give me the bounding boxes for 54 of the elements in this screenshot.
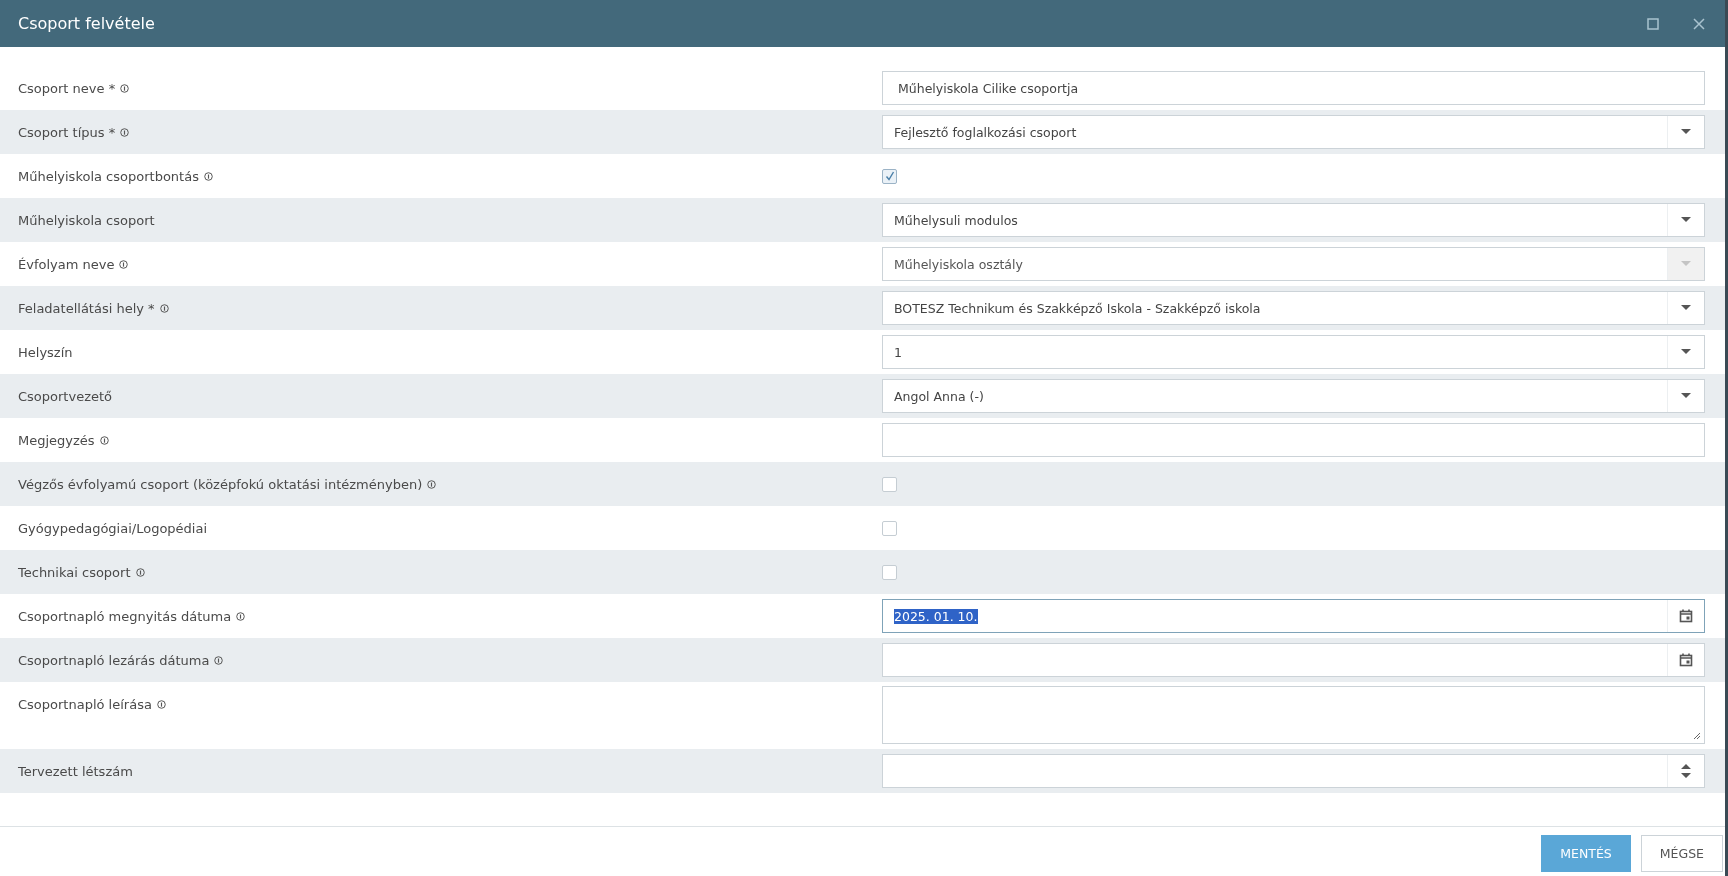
field-label: Feladatellátási hely *	[18, 300, 155, 316]
dropdown[interactable]: Műhelysuli modulos	[882, 203, 1705, 237]
checkbox[interactable]	[882, 520, 897, 536]
dropdown[interactable]: Angol Anna (-)	[882, 379, 1705, 413]
text-field[interactable]	[882, 423, 1705, 457]
window-title: Csoport felvétele	[18, 14, 155, 33]
field-label: Tervezett létszám	[18, 763, 133, 779]
caret-icon	[1681, 349, 1691, 355]
field-label: Műhelyiskola csoport	[18, 212, 155, 228]
checkbox[interactable]	[882, 564, 897, 580]
info-icon[interactable]	[159, 303, 169, 313]
field-label: Megjegyzés	[18, 432, 95, 448]
field-label: Csoport típus *	[18, 124, 116, 140]
calendar-icon[interactable]	[1679, 609, 1693, 623]
info-icon[interactable]	[156, 700, 166, 709]
info-icon[interactable]	[427, 479, 437, 489]
cancel-button[interactable]: MÉGSE	[1640, 835, 1723, 872]
caret-icon	[1681, 261, 1691, 267]
maximize-icon[interactable]	[1647, 17, 1659, 30]
number-field[interactable]	[882, 754, 1705, 788]
date-field[interactable]: 2025. 01. 10.	[882, 599, 1705, 633]
info-icon[interactable]	[236, 611, 246, 621]
date-field[interactable]	[882, 643, 1705, 677]
info-icon[interactable]	[120, 127, 130, 137]
close-icon[interactable]	[1693, 17, 1705, 30]
dropdown[interactable]: BOTESZ Technikum és Szakképző Iskola - Szakképző iskola	[882, 291, 1705, 325]
field-label: Csoportnapló megnyitás dátuma	[18, 608, 232, 624]
field-label: Csoportnapló lezárás dátuma	[18, 652, 210, 668]
field-label: Gyógypedagógiai/Logopédiai	[18, 520, 208, 536]
field-label: Végzős évfolyamú csoport (középfokú oktatási intézményben)	[18, 476, 423, 492]
caret-icon	[1681, 217, 1691, 223]
info-icon[interactable]	[214, 655, 224, 665]
checkbox[interactable]	[882, 168, 897, 184]
field-label: Csoportnapló leírása	[18, 697, 152, 712]
info-icon[interactable]	[135, 567, 145, 577]
field-label: Évfolyam neve	[18, 256, 115, 272]
spinner-icon[interactable]	[1681, 763, 1691, 779]
field-label: Csoport neve *	[18, 80, 116, 96]
field-label: Helyszín	[18, 344, 73, 360]
field-label: Technikai csoport	[18, 564, 131, 580]
field-label: Műhelyiskola csoportbontás	[18, 168, 199, 184]
info-icon[interactable]	[99, 435, 109, 445]
caret-icon	[1681, 129, 1691, 135]
checkbox[interactable]	[882, 476, 897, 492]
calendar-icon[interactable]	[1679, 653, 1693, 667]
resize-grip-icon[interactable]	[1693, 732, 1701, 740]
field-label: Csoportvezető	[18, 388, 112, 404]
info-icon[interactable]	[203, 171, 213, 181]
dropdown[interactable]: Fejlesztő foglalkozási csoport	[882, 115, 1705, 149]
info-icon[interactable]	[120, 83, 130, 93]
caret-icon	[1681, 393, 1691, 399]
caret-icon	[1681, 305, 1691, 311]
text-field[interactable]: Műhelyiskola Cilike csoportja	[882, 71, 1705, 105]
dropdown[interactable]: 1	[882, 335, 1705, 369]
